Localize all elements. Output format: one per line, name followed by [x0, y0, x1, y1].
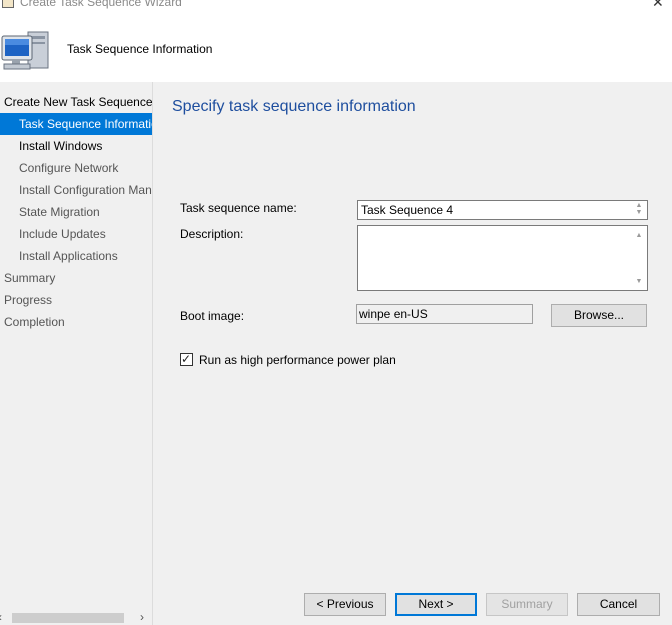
window-title: Create Task Sequence Wizard	[20, 0, 182, 9]
nav-item-include-updates[interactable]: Include Updates	[0, 223, 152, 245]
cancel-button[interactable]: Cancel	[577, 593, 660, 616]
wizard-header: Task Sequence Information	[0, 12, 672, 82]
wizard-step-nav: Create New Task Sequence Task Sequence I…	[0, 82, 152, 625]
nav-item-completion[interactable]: Completion	[0, 311, 152, 333]
nav-item-progress[interactable]: Progress	[0, 289, 152, 311]
computer-icon	[1, 31, 49, 70]
boot-image-label: Boot image:	[180, 309, 245, 323]
scroll-right-icon[interactable]: ›	[140, 610, 144, 624]
close-icon[interactable]: ✕	[652, 0, 664, 11]
nav-horizontal-scrollbar[interactable]: ‹ ›	[0, 610, 152, 625]
scrollbar-thumb[interactable]	[12, 613, 124, 623]
spin-arrows-icon: ▲ ▼	[635, 202, 643, 216]
wizard-content-panel	[152, 82, 672, 574]
next-button[interactable]: Next >	[395, 593, 477, 616]
nav-item-create-new-task-sequence[interactable]: Create New Task Sequence	[0, 91, 152, 113]
task-sequence-name-label: Task sequence name:	[180, 201, 297, 215]
title-bar: Create Task Sequence Wizard ✕	[0, 0, 672, 12]
previous-button[interactable]: < Previous	[304, 593, 386, 616]
textarea-scroll-up-icon[interactable]: ▲	[633, 232, 645, 239]
power-plan-checkbox[interactable]: ✓	[180, 352, 193, 366]
nav-item-summary[interactable]: Summary	[0, 267, 152, 289]
checkmark-icon: ✓	[181, 352, 192, 366]
power-plan-label[interactable]: Run as high performance power plan	[199, 353, 396, 367]
scroll-left-icon[interactable]: ‹	[0, 610, 2, 624]
boot-image-value: winpe en-US	[359, 307, 428, 321]
boot-image-field: winpe en-US	[356, 304, 533, 324]
nav-item-install-configuration-manager[interactable]: Install Configuration Manager	[0, 179, 152, 201]
wizard-app-icon	[2, 0, 14, 8]
nav-item-install-windows[interactable]: Install Windows	[0, 135, 152, 157]
description-textarea[interactable]: ▲ ▼	[357, 225, 648, 291]
nav-item-configure-network[interactable]: Configure Network	[0, 157, 152, 179]
textarea-scroll-down-icon[interactable]: ▼	[633, 278, 645, 285]
task-sequence-name-input[interactable]: Task Sequence 4 ▲ ▼	[357, 200, 648, 220]
nav-item-state-migration[interactable]: State Migration	[0, 201, 152, 223]
browse-button[interactable]: Browse...	[551, 304, 647, 327]
nav-item-install-applications[interactable]: Install Applications	[0, 245, 152, 267]
nav-item-task-sequence-information[interactable]: Task Sequence Information	[0, 113, 152, 135]
description-label: Description:	[180, 227, 244, 241]
task-sequence-name-value: Task Sequence 4	[361, 203, 454, 217]
page-heading: Specify task sequence information	[172, 98, 416, 115]
summary-button[interactable]: Summary	[486, 593, 568, 616]
header-title: Task Sequence Information	[67, 42, 213, 56]
